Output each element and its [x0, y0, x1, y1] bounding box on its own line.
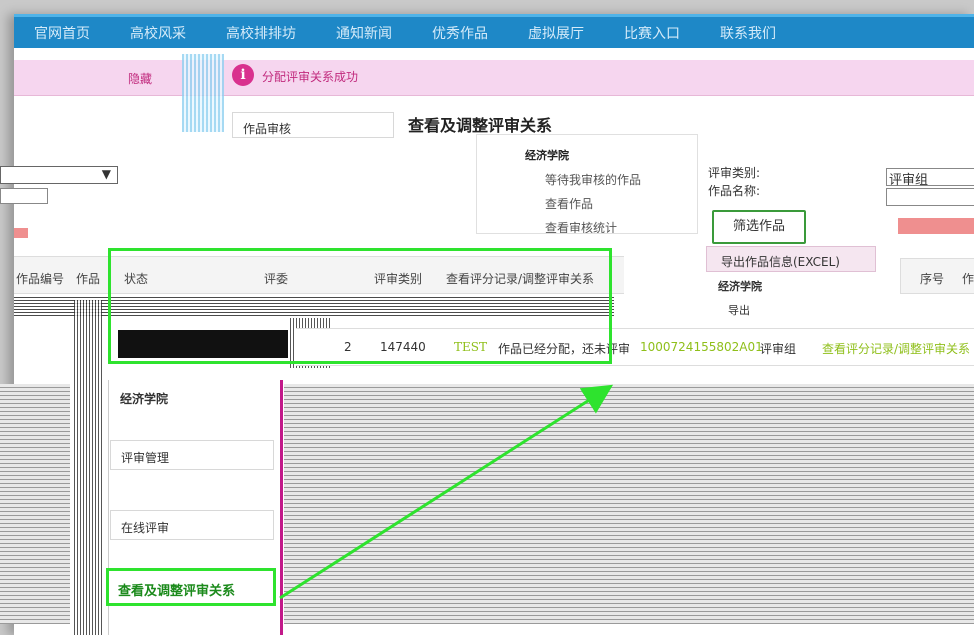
pointer-arrow	[279, 384, 614, 600]
arrow-overlay	[279, 384, 614, 600]
